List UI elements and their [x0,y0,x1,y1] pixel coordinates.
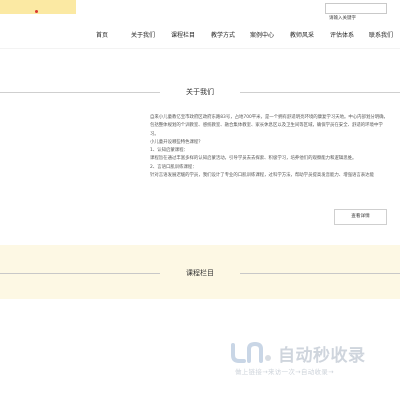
about-text: 自来小儿童教亿宝市政府区政府东路83号，占地700平米，是一个拥有舒适明亮环境的… [150,114,390,180]
watermark-slogan: 做上链接→来访一次→自动收录→ [235,368,334,376]
about-paragraph: 2、言语口肌训练课程： [150,164,197,170]
about-paragraph: 自来小儿童教亿宝市政府区政府东路83号，占地700平米，是一个拥有舒适明亮环境的… [150,115,388,137]
course-section-title: 课程栏目 [0,267,400,279]
search-input[interactable] [326,14,386,23]
nav-divider [0,48,400,49]
watermark: 自动秒收录 做上链接→来访一次→自动收录→ [228,338,388,378]
watermark-logo-icon [231,341,271,363]
main-nav: 首页 关于我们 课程栏目 教学方式 案例中心 教师风采 评估体系 联系我们 [0,30,400,40]
logo-dot [35,10,38,13]
nav-item-courses[interactable]: 课程栏目 [171,30,195,39]
nav-item-about[interactable]: 关于我们 [131,30,155,39]
course-title: 课程栏目 [186,269,214,277]
title-line-left [0,92,160,93]
about-paragraph: 小儿童开设哪些特色课程？ [150,139,203,145]
nav-item-contact[interactable]: 联系我们 [369,30,393,39]
nav-item-cases[interactable]: 案例中心 [250,30,274,39]
nav-item-home[interactable]: 首页 [96,30,108,39]
about-title: 关于我们 [186,88,214,96]
course-section: 课程栏目 [0,245,400,299]
search-box[interactable] [325,3,387,23]
about-paragraph: 课程旨在通过丰富多样的认知启蒙活动，引导学员去去探索、积极学习，培养他们的观察能… [150,156,357,162]
title-line-right [240,92,400,93]
about-paragraph: 针对言语发展迟缓的学员，我们设计了专业的口肌训练课程，过科学方法，帮助学员提高发… [150,173,374,179]
nav-item-evaluation[interactable]: 评估体系 [330,30,354,39]
nav-item-teachers[interactable]: 教师风采 [290,30,314,39]
title-line-left [0,273,160,274]
watermark-brand: 自动秒收录 [278,346,366,366]
about-paragraph: 1、认知启蒙课程： [150,148,188,154]
title-line-right [240,273,400,274]
about-section-title: 关于我们 [0,86,400,98]
view-details-button[interactable]: 查看详情 [334,209,387,225]
nav-item-teaching[interactable]: 教学方式 [211,30,235,39]
site-logo[interactable] [0,0,76,14]
